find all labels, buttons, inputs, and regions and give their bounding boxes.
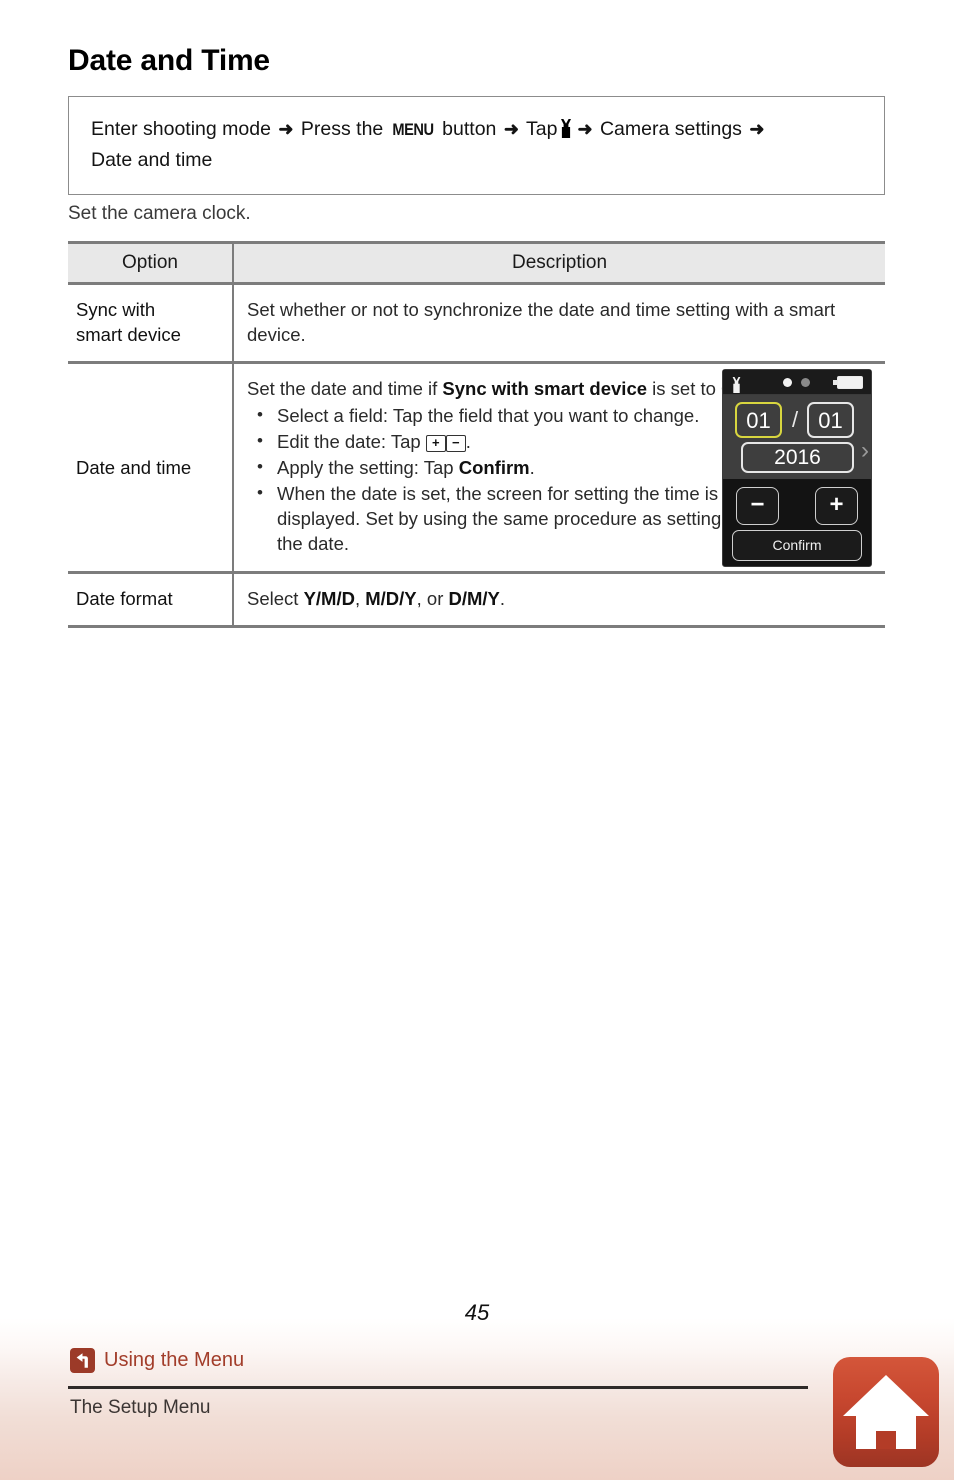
bullet-text-end: .	[465, 431, 471, 452]
option-label: Date and time	[76, 457, 192, 478]
option-label-line2: smart device	[76, 324, 181, 345]
table-row: Date format Select Y/M/D, M/D/Y, or D/M/…	[68, 572, 885, 628]
minus-key-icon: −	[445, 435, 466, 452]
option-label: Date format	[76, 588, 173, 609]
arrow-icon: ➜	[749, 119, 765, 139]
lead-text-a: Set the date and time if	[247, 378, 443, 399]
lead-text-c: is set to	[647, 378, 722, 399]
footer-back-label[interactable]: Using the Menu	[104, 1349, 244, 1372]
nav-step-5: Camera settings	[599, 118, 742, 140]
nav-step-6: Date and time	[91, 149, 213, 171]
arrow-icon: ➜	[503, 119, 519, 139]
nav-step-2: Press the	[300, 118, 384, 140]
page-number: 45	[464, 1300, 490, 1325]
lead-bold-sync: Sync with smart device	[442, 378, 648, 399]
options-table: Option Description Sync with smart devic…	[68, 241, 885, 628]
date-field-day[interactable]: 01	[735, 402, 782, 438]
camera-date-display: 01 / 01 2016 ›	[723, 395, 871, 479]
bullet-text: Select a field: Tap the field that you w…	[277, 405, 700, 426]
bullet-bold-confirm: Confirm	[458, 457, 530, 478]
footer-back-link[interactable]: Using the Menu	[70, 1348, 244, 1373]
column-header-description: Description	[232, 241, 885, 285]
footer-section-label: The Setup Menu	[70, 1397, 211, 1418]
bullet-text: Edit the date: Tap	[277, 431, 426, 452]
option-label-line1: Sync with	[76, 299, 156, 320]
option-cell-sync-with-smart-device: Sync with smart device	[68, 283, 233, 364]
bullet-text: Apply the setting: Tap	[277, 457, 459, 478]
camera-screen-illustration: 01 / 01 2016 › − + Confirm	[722, 369, 872, 567]
arrow-icon: ➜	[278, 119, 294, 139]
nav-step-1: Enter shooting mode	[91, 118, 271, 140]
bullet-text: When the date is set, the screen for set…	[277, 483, 722, 554]
intro-text: Set the camera clock.	[68, 203, 251, 224]
date-separator: /	[791, 407, 799, 432]
desc-bold-ymd: Y/M/D	[303, 588, 355, 609]
description-cell-sync-with-smart-device: Set whether or not to synchronize the da…	[232, 283, 885, 364]
camera-status-bar	[723, 370, 871, 395]
decrement-button[interactable]: −	[736, 487, 779, 525]
plus-key-icon: +	[425, 435, 446, 452]
confirm-button[interactable]: Confirm	[732, 530, 862, 561]
desc-bold-dmy: D/M/Y	[448, 588, 500, 609]
desc-bold-mdy: M/D/Y	[365, 588, 417, 609]
option-cell-date-and-time: Date and time	[68, 362, 233, 574]
dot-dim-icon	[801, 378, 810, 387]
description-cell-date-and-time: Set the date and time if Sync with smart…	[232, 362, 885, 574]
list-item: When the date is set, the screen for set…	[247, 480, 727, 556]
nav-step-4: Tap	[525, 118, 558, 140]
bullet-text-end: .	[529, 457, 535, 478]
desc-text-c: ,	[354, 588, 366, 609]
arrow-icon: ➜	[577, 119, 593, 139]
description-cell-date-format: Select Y/M/D, M/D/Y, or D/M/Y.	[232, 572, 885, 628]
chevron-right-icon[interactable]: ›	[861, 439, 869, 463]
back-arrow-icon[interactable]	[70, 1348, 95, 1373]
page-title: Date and Time	[68, 44, 270, 77]
date-field-month[interactable]: 01	[807, 402, 854, 438]
table-header-row: Option Description	[68, 241, 885, 285]
list-item: Edit the date: Tap +−.	[247, 428, 727, 454]
column-header-option: Option	[68, 241, 233, 285]
battery-full-icon	[833, 376, 863, 389]
desc-text-e: , or	[416, 588, 449, 609]
footer-divider	[68, 1386, 808, 1389]
option-cell-date-format: Date format	[68, 572, 233, 628]
wrench-icon	[731, 374, 742, 393]
description-text: Set whether or not to synchronize the da…	[247, 299, 836, 345]
table-row: Date and time Set the date and time if S…	[68, 362, 885, 574]
desc-text-g: .	[499, 588, 506, 609]
dot-filled-icon	[783, 378, 792, 387]
desc-text-a: Select	[247, 588, 304, 609]
home-icon	[843, 1375, 929, 1449]
increment-button[interactable]: +	[815, 487, 858, 525]
navigation-path-box: Enter shooting mode ➜ Press the MENU but…	[68, 96, 885, 195]
date-field-year[interactable]: 2016	[741, 442, 854, 473]
wrench-icon	[559, 117, 573, 138]
nav-step-3: button	[442, 118, 497, 140]
menu-button-glyph: MENU	[392, 120, 434, 139]
list-item: Apply the setting: Tap Confirm.	[247, 454, 727, 480]
home-button[interactable]	[833, 1357, 939, 1467]
table-row: Sync with smart device Set whether or no…	[68, 283, 885, 364]
manual-page: Date and Time Enter shooting mode ➜ Pres…	[0, 0, 954, 1480]
list-item: Select a field: Tap the field that you w…	[247, 402, 727, 428]
